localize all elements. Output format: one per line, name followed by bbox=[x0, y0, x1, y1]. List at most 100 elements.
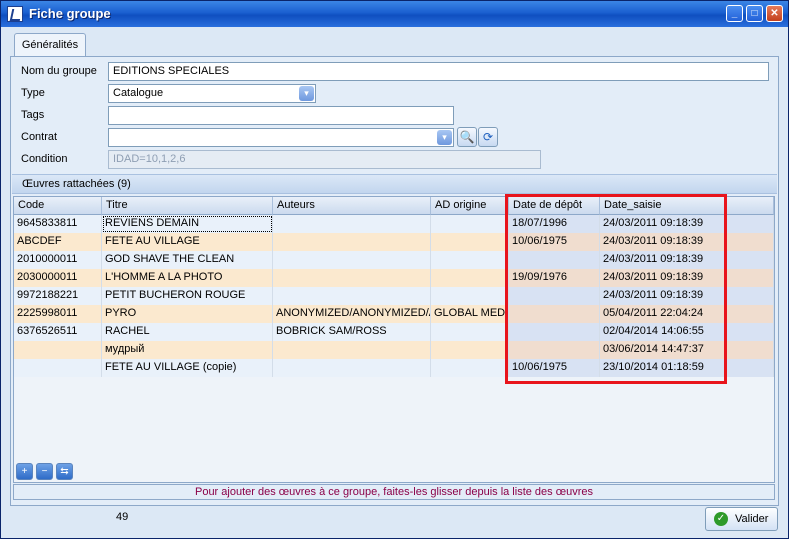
window-title: Fiche groupe bbox=[29, 6, 111, 21]
col-header-ad-origine[interactable]: AD origine bbox=[431, 197, 509, 215]
cell-ad-origine bbox=[431, 251, 509, 269]
fiche-groupe-window: Fiche groupe _ □ ✕ Généralités Nom du gr… bbox=[0, 0, 789, 539]
col-header-date-saisie[interactable]: Date_saisie bbox=[600, 197, 774, 215]
cell-titre: GOD SHAVE THE CLEAN bbox=[102, 251, 273, 269]
works-section-header: Œuvres rattachées (9) bbox=[12, 174, 777, 194]
refresh-icon[interactable]: ⟳ bbox=[478, 127, 498, 147]
table-row[interactable]: 2030000011 L'HOMME A LA PHOTO 19/09/1976… bbox=[14, 269, 774, 287]
cell-code: 6376526511 bbox=[14, 323, 102, 341]
cell-code: 9645833811 bbox=[14, 215, 102, 233]
cell-date-saisie: 05/04/2011 22:04:24 bbox=[600, 305, 774, 323]
col-header-auteurs[interactable]: Auteurs bbox=[273, 197, 431, 215]
contrat-select[interactable]: ▾ bbox=[108, 128, 454, 147]
cell-ad-origine: GLOBAL MEDIA bbox=[431, 305, 509, 323]
cell-titre: PETIT BUCHERON ROUGE bbox=[102, 287, 273, 305]
cell-titre: REVIENS DEMAIN bbox=[102, 215, 273, 233]
cell-date-depot bbox=[509, 305, 600, 323]
condition-label: Condition bbox=[21, 153, 68, 165]
cell-date-depot: 19/09/1976 bbox=[509, 269, 600, 287]
contrat-label: Contrat bbox=[21, 131, 58, 143]
cell-ad-origine bbox=[431, 359, 509, 377]
cell-ad-origine bbox=[431, 323, 509, 341]
cell-date-saisie: 02/04/2014 14:06:55 bbox=[600, 323, 774, 341]
cell-titre: PYRO bbox=[102, 305, 273, 323]
title-bar[interactable]: Fiche groupe _ □ ✕ bbox=[1, 1, 788, 27]
type-select-value: Catalogue bbox=[113, 87, 164, 99]
cell-ad-origine bbox=[431, 233, 509, 251]
cell-auteurs bbox=[273, 269, 431, 287]
cell-ad-origine bbox=[431, 287, 509, 305]
cell-auteurs bbox=[273, 251, 431, 269]
cell-code bbox=[14, 341, 102, 359]
col-header-titre[interactable]: Titre bbox=[102, 197, 273, 215]
remove-icon[interactable]: − bbox=[36, 463, 53, 480]
cell-titre: мудрый bbox=[102, 341, 273, 359]
tab-generalites[interactable]: Généralités bbox=[14, 33, 86, 57]
cell-auteurs: ANONYMIZED/ANONYMIZED/A bbox=[273, 305, 431, 323]
cell-date-saisie: 24/03/2011 09:18:39 bbox=[600, 251, 774, 269]
search-icon[interactable]: 🔍 bbox=[457, 127, 477, 147]
app-icon bbox=[7, 6, 23, 22]
cell-auteurs: BOBRICK SAM/ROSS bbox=[273, 323, 431, 341]
cell-date-depot: 10/06/1975 bbox=[509, 359, 600, 377]
cell-date-saisie: 03/06/2014 14:47:37 bbox=[600, 341, 774, 359]
table-row[interactable]: 9645833811 REVIENS DEMAIN 18/07/1996 24/… bbox=[14, 215, 774, 233]
table-row[interactable]: мудрый 03/06/2014 14:47:37 bbox=[14, 341, 774, 359]
cell-auteurs bbox=[273, 359, 431, 377]
type-label: Type bbox=[21, 87, 45, 99]
maximize-button[interactable]: □ bbox=[746, 5, 763, 22]
minimize-button[interactable]: _ bbox=[726, 5, 743, 22]
cell-ad-origine bbox=[431, 341, 509, 359]
chevron-down-icon[interactable]: ▾ bbox=[299, 86, 314, 101]
condition-field: IDAD=10,1,2,6 bbox=[108, 150, 541, 169]
cell-date-saisie: 24/03/2011 09:18:39 bbox=[600, 287, 774, 305]
table-row[interactable]: FETE AU VILLAGE (copie) 10/06/1975 23/10… bbox=[14, 359, 774, 377]
col-header-code[interactable]: Code bbox=[14, 197, 102, 215]
cell-date-depot bbox=[509, 251, 600, 269]
cell-code: 9972188221 bbox=[14, 287, 102, 305]
cell-titre: L'HOMME A LA PHOTO bbox=[102, 269, 273, 287]
nom-groupe-input[interactable]: EDITIONS SPECIALES bbox=[108, 62, 769, 81]
cell-code: 2010000011 bbox=[14, 251, 102, 269]
valider-button[interactable]: ✓ Valider bbox=[705, 507, 778, 531]
cell-auteurs bbox=[273, 233, 431, 251]
table-row[interactable]: 6376526511 RACHEL BOBRICK SAM/ROSS 02/04… bbox=[14, 323, 774, 341]
cell-date-depot bbox=[509, 287, 600, 305]
close-button[interactable]: ✕ bbox=[766, 5, 783, 22]
chevron-down-icon[interactable]: ▾ bbox=[437, 130, 452, 145]
col-header-date-depot[interactable]: Date de dépôt bbox=[509, 197, 600, 215]
cell-code: 2030000011 bbox=[14, 269, 102, 287]
cell-date-saisie: 24/03/2011 09:18:39 bbox=[600, 233, 774, 251]
cell-ad-origine bbox=[431, 215, 509, 233]
link-icon[interactable]: ⇆ bbox=[56, 463, 73, 480]
cell-code: ABCDEF bbox=[14, 233, 102, 251]
valider-label: Valider bbox=[735, 513, 769, 525]
cell-titre: RACHEL bbox=[102, 323, 273, 341]
cell-titre: FETE AU VILLAGE bbox=[102, 233, 273, 251]
cell-date-depot bbox=[509, 341, 600, 359]
drag-hint: Pour ajouter des œuvres à ce groupe, fai… bbox=[13, 484, 775, 500]
cell-auteurs bbox=[273, 215, 431, 233]
tags-input[interactable] bbox=[108, 106, 454, 125]
cell-date-depot: 10/06/1975 bbox=[509, 233, 600, 251]
works-grid: Code Titre Auteurs AD origine Date de dé… bbox=[13, 196, 775, 483]
table-row[interactable]: ABCDEF FETE AU VILLAGE 10/06/1975 24/03/… bbox=[14, 233, 774, 251]
type-select[interactable]: Catalogue ▾ bbox=[108, 84, 316, 103]
nom-label: Nom du groupe bbox=[21, 65, 97, 77]
cell-auteurs bbox=[273, 287, 431, 305]
table-row[interactable]: 9972188221 PETIT BUCHERON ROUGE 24/03/20… bbox=[14, 287, 774, 305]
cell-titre: FETE AU VILLAGE (copie) bbox=[102, 359, 273, 377]
tags-label: Tags bbox=[21, 109, 45, 121]
cell-date-saisie: 24/03/2011 09:18:39 bbox=[600, 269, 774, 287]
cell-date-saisie: 23/10/2014 01:18:59 bbox=[600, 359, 774, 377]
cell-ad-origine bbox=[431, 269, 509, 287]
record-count: 49 bbox=[116, 511, 129, 523]
add-icon[interactable]: + bbox=[16, 463, 33, 480]
cell-code: 2225998011 bbox=[14, 305, 102, 323]
cell-code bbox=[14, 359, 102, 377]
check-icon: ✓ bbox=[714, 512, 728, 526]
cell-date-saisie: 24/03/2011 09:18:39 bbox=[600, 215, 774, 233]
table-row[interactable]: 2010000011 GOD SHAVE THE CLEAN 24/03/201… bbox=[14, 251, 774, 269]
table-row[interactable]: 2225998011 PYRO ANONYMIZED/ANONYMIZED/A … bbox=[14, 305, 774, 323]
cell-date-depot bbox=[509, 323, 600, 341]
